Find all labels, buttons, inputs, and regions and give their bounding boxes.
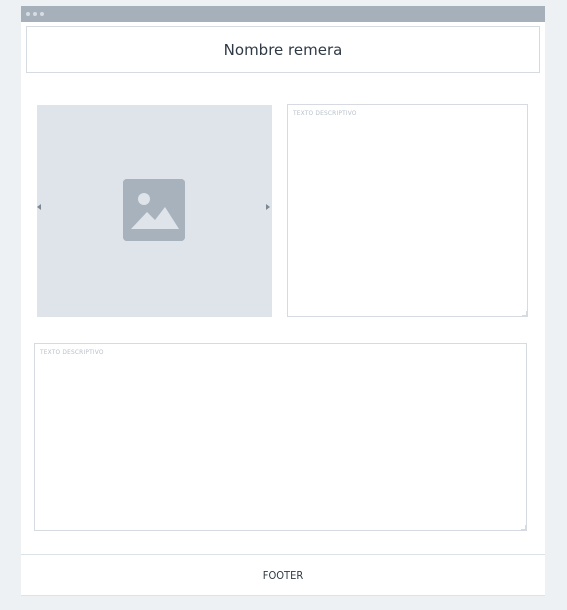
arrow-right-icon[interactable]: [266, 204, 270, 210]
page-title: Nombre remera: [223, 40, 343, 59]
window-controls: [26, 12, 44, 16]
window-dot-close[interactable]: [26, 12, 30, 16]
window-titlebar: [21, 6, 545, 22]
window-dot-maximize[interactable]: [40, 12, 44, 16]
description-textarea-side[interactable]: [287, 104, 528, 317]
resize-grip-side[interactable]: [522, 311, 527, 316]
arrow-left-icon[interactable]: [37, 204, 41, 210]
footer-label: FOOTER: [262, 568, 304, 582]
description-textarea-bottom[interactable]: [34, 343, 527, 531]
header: Nombre remera: [26, 26, 540, 73]
image-icon-graphic: [123, 179, 185, 241]
window-dot-minimize[interactable]: [33, 12, 37, 16]
image-carousel: [37, 105, 272, 317]
browser-window: Nombre remera FOOTER: [21, 6, 545, 596]
resize-grip-bottom[interactable]: [521, 525, 526, 530]
footer: FOOTER: [21, 554, 545, 596]
image-icon: [123, 179, 185, 241]
